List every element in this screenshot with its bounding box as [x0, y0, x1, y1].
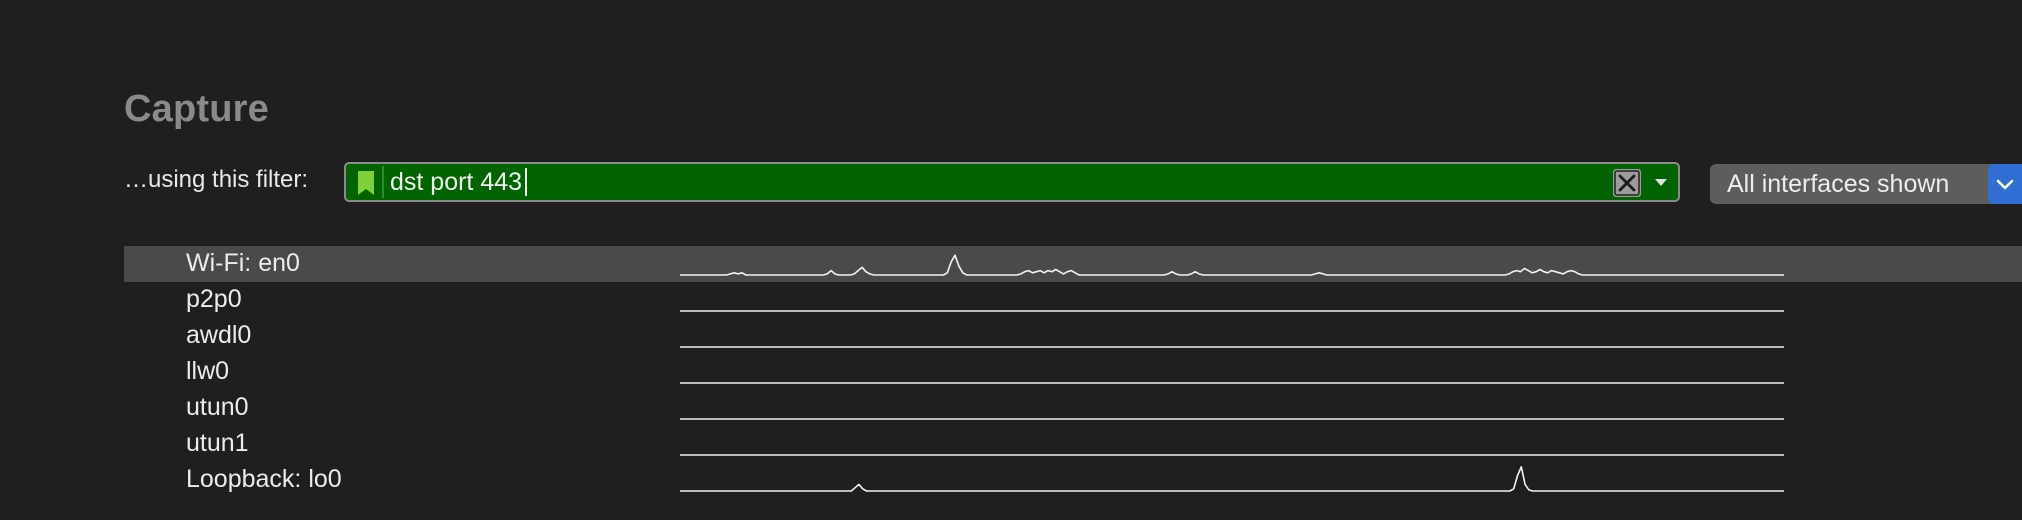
traffic-sparkline [680, 466, 1784, 492]
traffic-sparkline [680, 382, 1784, 384]
interface-row-llw0[interactable]: llw0 [124, 354, 2022, 390]
field-divider [382, 166, 384, 198]
traffic-sparkline [680, 454, 1784, 456]
interface-row-loopback-lo0[interactable]: Loopback: lo0 [124, 462, 2022, 498]
filter-label: …using this filter: [124, 166, 309, 193]
traffic-sparkline [680, 254, 1784, 276]
capture-panel: Capture …using this filter: dst port 443… [0, 0, 2022, 520]
interface-row-p2p0[interactable]: p2p0 [124, 282, 2022, 318]
interface-row-utun0[interactable]: utun0 [124, 390, 2022, 426]
capture-filter-input[interactable]: dst port 443 [344, 162, 1680, 202]
traffic-sparkline [680, 310, 1784, 312]
interface-row-utun1[interactable]: utun1 [124, 426, 2022, 462]
interface-name: llw0 [186, 357, 230, 385]
traffic-line [680, 254, 1784, 276]
traffic-sparkline [680, 418, 1784, 420]
interface-name: p2p0 [186, 285, 242, 313]
interface-visibility-dropdown[interactable]: All interfaces shown [1710, 164, 2022, 204]
interface-visibility-label: All interfaces shown [1727, 170, 1950, 198]
traffic-line [680, 466, 1784, 492]
bookmark-icon[interactable] [357, 170, 375, 196]
interface-row-wifi-en0[interactable]: Wi-Fi: en0 [124, 246, 2022, 282]
interface-row-awdl0[interactable]: awdl0 [124, 318, 2022, 354]
traffic-sparkline [680, 346, 1784, 348]
filter-text[interactable]: dst port 443 [390, 168, 528, 196]
section-title: Capture [124, 88, 269, 130]
chevron-down-icon [1996, 179, 2014, 190]
dropdown-arrow-button[interactable] [1988, 164, 2022, 204]
interface-name: Loopback: lo0 [186, 465, 342, 493]
interface-name: awdl0 [186, 321, 252, 349]
chevron-down-icon[interactable] [1652, 172, 1670, 192]
clear-x-icon[interactable] [1612, 168, 1642, 198]
interface-list: Wi-Fi: en0 p2p0 awdl0 llw0 utun0 utun1 L… [124, 246, 2022, 498]
interface-name: Wi-Fi: en0 [186, 249, 300, 277]
interface-name: utun0 [186, 393, 249, 421]
interface-name: utun1 [186, 429, 249, 457]
